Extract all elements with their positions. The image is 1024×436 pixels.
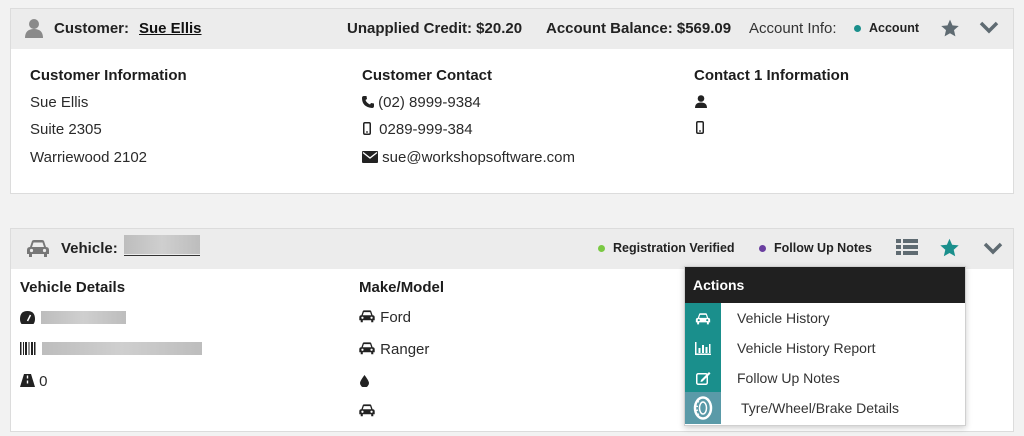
purple-dot	[759, 245, 766, 253]
menu-item-label: Follow Up Notes	[737, 370, 840, 386]
chevron-down-icon[interactable]	[983, 242, 1003, 261]
model-value: Ranger	[380, 341, 430, 358]
registration-verified-tag[interactable]: Registration Verified	[598, 241, 735, 255]
account-tag[interactable]: Account	[854, 21, 919, 35]
contact-phone[interactable]: (02) 8999-9384	[362, 94, 481, 112]
make-value: Ford	[380, 309, 412, 326]
vehicle-label: Vehicle:	[61, 240, 118, 257]
registration-verified-label: Registration Verified	[613, 241, 735, 255]
customer-header: Customer: Sue Ellis Unapplied Credit: $2…	[11, 9, 1013, 49]
phone-text: (02) 8999-9384	[378, 94, 481, 111]
follow-up-notes-label: Follow Up Notes	[774, 241, 872, 255]
mobile-text: 0289-999-384	[379, 121, 473, 138]
contact1-mobile-icon	[696, 121, 704, 139]
vehicle-header: Vehicle: Registration Verified Follow Up…	[11, 229, 1013, 269]
star-icon[interactable]	[940, 18, 960, 43]
barcode-icon	[20, 342, 36, 360]
menu-item-vehicle-history-report[interactable]: Vehicle History Report	[685, 333, 965, 363]
contact1-title: Contact 1 Information	[694, 67, 850, 84]
actions-menu: Actions Vehicle History Vehicle History …	[684, 266, 966, 426]
menu-item-tyre-wheel-brake[interactable]: Tyre/Wheel/Brake Details	[685, 392, 965, 424]
customer-info-name: Sue Ellis	[30, 94, 89, 111]
star-icon[interactable]	[939, 237, 960, 263]
fuel-drop-icon	[360, 374, 369, 392]
customer-info-address2: Warriewood 2102	[30, 149, 148, 166]
car-icon	[358, 341, 376, 359]
body-type-car-icon	[358, 403, 376, 422]
menu-item-follow-up-notes[interactable]: Follow Up Notes	[685, 363, 965, 393]
account-info-label: Account Info:	[749, 20, 837, 37]
account-dot	[854, 25, 861, 33]
menu-item-label: Vehicle History Report	[737, 340, 876, 356]
unapplied-credit: Unapplied Credit: $20.20	[347, 20, 523, 37]
redacted-registration	[124, 235, 200, 254]
make-row: Ford	[358, 309, 411, 327]
vin-row	[20, 342, 203, 360]
odometer-value: 0	[39, 373, 48, 390]
email-text: sue@workshopsoftware.com	[382, 149, 575, 166]
customer-name-link[interactable]: Sue Ellis	[139, 20, 202, 37]
customer-contact-title: Customer Contact	[362, 67, 493, 84]
list-icon[interactable]	[896, 238, 918, 261]
phone-icon	[362, 95, 374, 112]
account-tag-label: Account	[869, 21, 919, 35]
engine-row	[20, 311, 127, 329]
mobile-icon	[363, 121, 371, 139]
make-model-title: Make/Model	[359, 279, 445, 296]
edit-icon	[685, 363, 721, 393]
contact-email[interactable]: sue@workshopsoftware.com	[362, 149, 575, 167]
actions-menu-title: Actions	[685, 267, 965, 303]
customer-info-title: Customer Information	[30, 67, 187, 84]
odometer-row: 0	[20, 373, 48, 391]
user-icon	[25, 18, 43, 43]
redacted-engine	[41, 311, 127, 325]
redacted-vin	[42, 342, 203, 356]
envelope-icon	[362, 150, 378, 167]
speedometer-icon	[20, 311, 35, 329]
vehicle-registration-field[interactable]	[124, 235, 200, 256]
customer-info-address1: Suite 2305	[30, 121, 102, 138]
menu-item-label: Tyre/Wheel/Brake Details	[741, 400, 899, 416]
contact-mobile[interactable]: 0289-999-384	[363, 121, 473, 139]
vehicle-details-title: Vehicle Details	[20, 279, 126, 296]
customer-label: Customer:	[54, 20, 130, 37]
account-balance: Account Balance: $569.09	[546, 20, 732, 37]
bar-chart-icon	[685, 333, 721, 363]
follow-up-notes-tag[interactable]: Follow Up Notes	[759, 241, 872, 255]
contact1-user-icon	[695, 95, 707, 113]
model-row: Ranger	[358, 341, 429, 359]
road-icon	[20, 373, 35, 391]
tyre-icon	[685, 392, 721, 424]
car-icon	[685, 303, 721, 333]
green-dot	[598, 245, 605, 253]
car-icon	[358, 309, 376, 327]
menu-item-vehicle-history[interactable]: Vehicle History	[685, 303, 965, 333]
car-icon	[26, 238, 50, 263]
customer-panel: Customer: Sue Ellis Unapplied Credit: $2…	[10, 8, 1014, 194]
chevron-down-icon[interactable]	[979, 21, 999, 40]
menu-item-label: Vehicle History	[737, 310, 830, 326]
